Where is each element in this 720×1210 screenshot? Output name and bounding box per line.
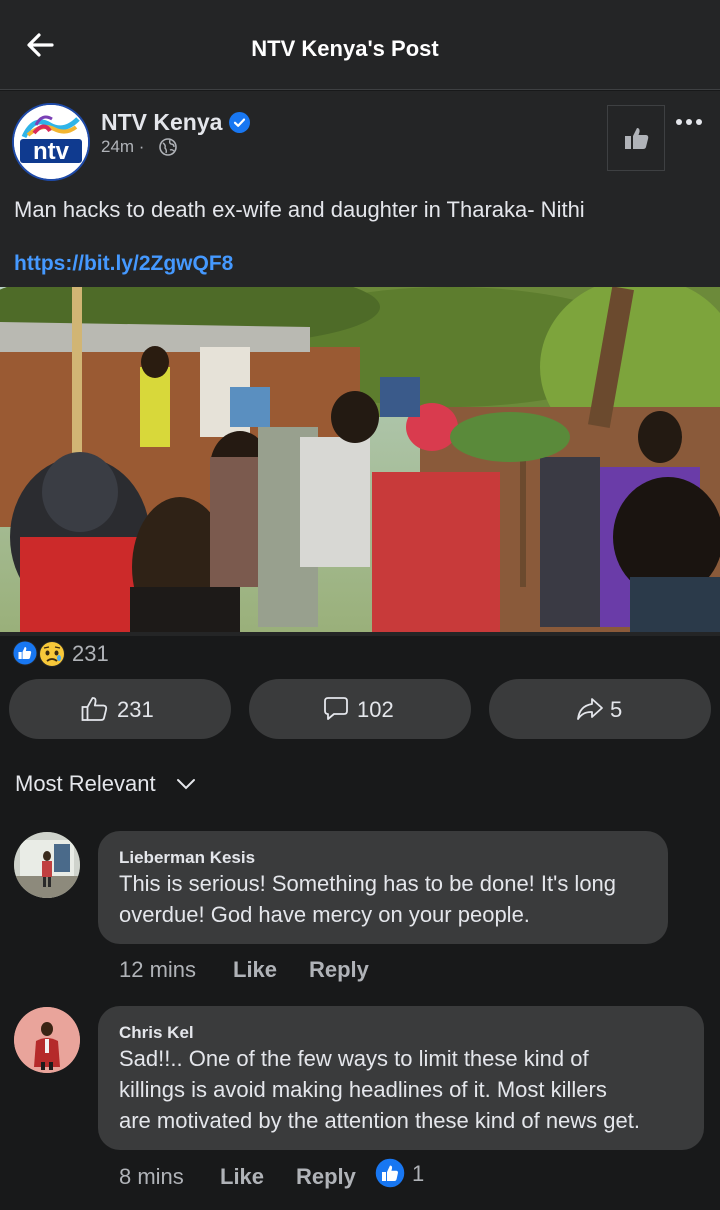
comment-text-line: This is serious! Something has to be don…	[119, 871, 617, 896]
comment-button[interactable]: 102	[249, 679, 471, 739]
page-name[interactable]: NTV Kenya	[101, 109, 222, 136]
ntv-logo-text: ntv	[33, 138, 70, 165]
top-bar: NTV Kenya's Post	[0, 0, 720, 90]
comment-like-button[interactable]: Like	[220, 1164, 264, 1190]
globe-icon	[158, 137, 178, 157]
page-avatar[interactable]: ntv	[12, 103, 90, 181]
like-page-button[interactable]	[607, 105, 665, 171]
comment-bubble[interactable]: Chris Kel Sad!!.. One of the few ways to…	[98, 1006, 704, 1150]
like-button[interactable]: 231	[9, 679, 231, 739]
post-link[interactable]: https://bit.ly/2ZgwQF8	[14, 252, 233, 276]
comment-like-button[interactable]: Like	[233, 957, 277, 983]
sad-reaction-icon	[38, 640, 66, 668]
thumbs-up-icon	[625, 128, 649, 149]
reaction-count: 231	[72, 641, 109, 666]
share-button[interactable]: 5	[489, 679, 711, 739]
comment-sort-dropdown[interactable]: Most Relevant	[15, 771, 156, 797]
comment-reply-button[interactable]: Reply	[309, 957, 369, 983]
more-options-icon[interactable]	[674, 115, 704, 129]
comment-icon	[324, 697, 348, 720]
comment-text-line: are motivated by the attention these kin…	[119, 1108, 640, 1133]
post-time: 24m ·	[101, 137, 145, 156]
comment-text-line: killings is avoid making headlines of it…	[119, 1077, 607, 1102]
share-icon	[577, 698, 603, 720]
comment-time: 12 mins	[119, 957, 197, 982]
chevron-down-icon[interactable]	[176, 777, 196, 791]
comment-text-line: Sad!!.. One of the few ways to limit the…	[119, 1046, 589, 1071]
share-count: 5	[610, 697, 623, 722]
post-text: Man hacks to death ex-wife and daughter …	[14, 197, 585, 222]
like-count: 231	[117, 697, 154, 722]
like-reaction-icon	[12, 640, 38, 666]
page-title: NTV Kenya's Post	[251, 36, 439, 61]
comment-author[interactable]: Chris Kel	[119, 1023, 194, 1043]
comment-reaction-count: 1	[412, 1161, 425, 1186]
verified-badge-icon	[229, 112, 250, 133]
comment-bubble[interactable]: Lieberman Kesis This is serious! Somethi…	[98, 831, 668, 944]
post-card: ntv NTV Kenya 24m · Man hacks to death e…	[0, 91, 720, 636]
comment-count: 102	[357, 697, 394, 722]
commenter-avatar[interactable]	[14, 832, 80, 898]
comment-author[interactable]: Lieberman Kesis	[119, 848, 255, 868]
comment-like-reaction-icon[interactable]	[374, 1157, 406, 1189]
comment-reply-button[interactable]: Reply	[296, 1164, 356, 1190]
thumbs-up-outline-icon	[81, 697, 108, 721]
comment-time: 8 mins	[119, 1164, 184, 1189]
post-photo[interactable]	[0, 287, 720, 632]
comment-text-line: overdue! God have mercy on your people.	[119, 902, 530, 927]
commenter-avatar[interactable]	[14, 1007, 80, 1073]
